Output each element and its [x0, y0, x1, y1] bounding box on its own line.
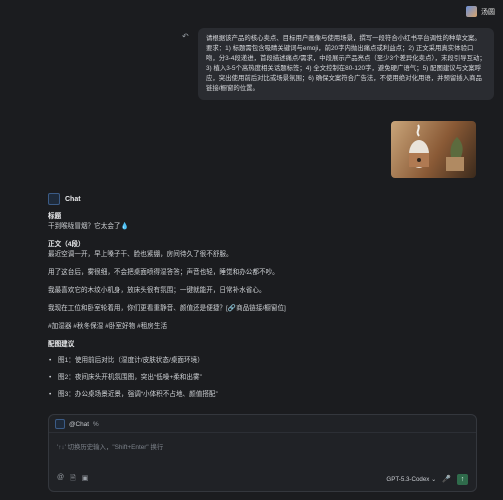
list-item: 图3：办公桌场景近景，强调“小体积不占地、颜值搭配” — [48, 390, 348, 400]
chat-title: Chat — [65, 195, 81, 203]
paragraph-4: 我现在工位和卧室轮着用，你们更看重静音、颜值还是便捷？[🔗商品链接/橱窗位] — [48, 305, 286, 312]
username: 汤圆 — [481, 8, 495, 16]
title-block: 标题 干到喉咙冒烟？它太会了💧 — [48, 212, 348, 232]
composer-tagbar: @Chat % — [55, 419, 99, 429]
list-item: 图2：夜间床头开机氛围图，突出“低噪+柔和出雾” — [48, 373, 348, 383]
model-selector[interactable]: GPT-5.3-Codex ⌄ — [386, 476, 436, 483]
undo-icon[interactable]: ↶ — [182, 32, 189, 41]
user-message-text: 请根据该产品的核心卖点、目标用户画像与使用场景，撰写一段符合小红书平台调性的种草… — [206, 35, 486, 92]
composer-toolbar: @ 🗎 ▣ GPT-5.3-Codex ⌄ 🎤 ↑ — [57, 473, 468, 485]
composer-left-tools: @ 🗎 ▣ — [57, 474, 88, 485]
at-icon[interactable]: @ — [57, 474, 64, 485]
send-button[interactable]: ↑ — [457, 473, 468, 485]
chat-logo-icon — [48, 193, 60, 205]
user-message: 请根据该产品的核心卖点、目标用户画像与使用场景，撰写一段符合小红书平台调性的种草… — [198, 28, 494, 100]
humidifier-image — [409, 124, 464, 171]
image-icon[interactable]: ▣ — [82, 474, 89, 485]
chat-tag[interactable]: @Chat — [69, 421, 89, 428]
chat-tag-icon — [55, 419, 65, 429]
percent-icon[interactable]: % — [93, 421, 99, 428]
hashtags: #加湿器 #秋冬保湿 #卧室好物 #租房生活 — [48, 323, 168, 330]
chat-header: Chat — [48, 193, 81, 205]
avatar[interactable] — [466, 6, 477, 17]
heading-title: 标题 — [48, 213, 62, 220]
paragraph-1: 最近空调一开，早上嗓子干、脸也紧绷，房间待久了很不舒服。 — [48, 251, 233, 258]
composer-divider — [49, 432, 476, 433]
assistant-response: 标题 干到喉咙冒烟？它太会了💧 正文（4段） 最近空调一开，早上嗓子干、脸也紧绷… — [48, 212, 348, 407]
body-block: 正文（4段） 最近空调一开，早上嗓子干、脸也紧绷，房间待久了很不舒服。 — [48, 240, 348, 260]
product-image[interactable] — [391, 121, 476, 178]
heading-body: 正文（4段） — [48, 241, 85, 248]
paragraph-2: 用了这台后，雾很细，不会把桌面喷得湿答答；声音也轻，睡觉和办公都不吵。 — [48, 269, 279, 276]
image-suggestions-list: 图1：使用前后对比（湿度计/皮肤状态/桌面环境） 图2：夜间床头开机氛围图，突出… — [48, 356, 348, 400]
attach-file-icon[interactable]: 🗎 — [70, 474, 76, 485]
list-item: 图1：使用前后对比（湿度计/皮肤状态/桌面环境） — [48, 356, 348, 366]
heading-images: 配图建议 — [48, 341, 75, 348]
paragraph-3: 我最喜欢它的木纹小机身，放床头很有氛围；一键就能开，日常补水省心。 — [48, 287, 266, 294]
composer: @Chat % @ 🗎 ▣ GPT-5.3-Codex ⌄ 🎤 ↑ — [48, 414, 477, 492]
microphone-icon[interactable]: 🎤 — [442, 475, 451, 483]
title-text: 干到喉咙冒烟？它太会了💧 — [48, 223, 129, 230]
composer-right-tools: GPT-5.3-Codex ⌄ 🎤 ↑ — [386, 473, 468, 485]
message-input[interactable] — [57, 438, 468, 456]
user-profile[interactable]: 汤圆 — [466, 6, 495, 17]
